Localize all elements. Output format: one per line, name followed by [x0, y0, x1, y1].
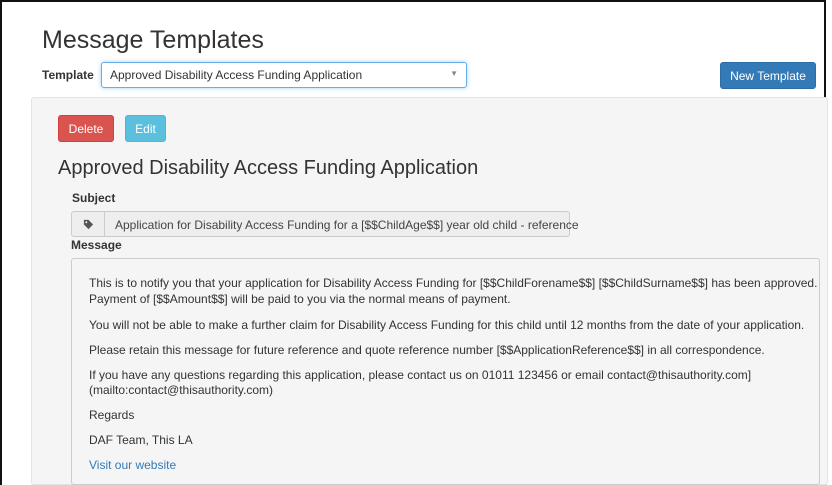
message-line: Regards — [89, 408, 135, 422]
template-select[interactable]: Approved Disability Access Funding Appli… — [101, 62, 467, 88]
message-line: DAF Team, This LA — [89, 433, 193, 447]
subject-text: Application for Disability Access Fundin… — [115, 218, 579, 232]
tag-icon — [72, 212, 105, 236]
website-link[interactable]: Visit our website — [89, 458, 176, 473]
message-line: If you have any questions regarding this… — [89, 368, 752, 382]
message-label: Message — [71, 238, 122, 252]
message-line: You will not be able to make a further c… — [89, 318, 805, 332]
template-heading: Approved Disability Access Funding Appli… — [58, 157, 479, 179]
new-template-button[interactable]: New Template — [720, 62, 816, 89]
subject-field: Application for Disability Access Fundin… — [71, 211, 579, 237]
subject-label: Subject — [72, 191, 116, 205]
edit-button[interactable]: Edit — [125, 115, 166, 142]
page-title: Message Templates — [42, 26, 264, 54]
message-line: Please retain this message for future re… — [89, 343, 765, 357]
delete-button[interactable]: Delete — [58, 115, 114, 142]
template-select-value: Approved Disability Access Funding Appli… — [110, 68, 363, 82]
message-line: Payment of [$$Amount$$] will be paid to … — [89, 292, 511, 306]
template-label: Template — [42, 68, 94, 82]
chevron-down-icon: ▼ — [450, 69, 458, 78]
message-line: (mailto:contact@thisauthority.com) — [89, 383, 274, 397]
message-line: This is to notify you that your applicat… — [89, 276, 818, 290]
message-body: This is to notify you that your applicat… — [71, 258, 820, 485]
